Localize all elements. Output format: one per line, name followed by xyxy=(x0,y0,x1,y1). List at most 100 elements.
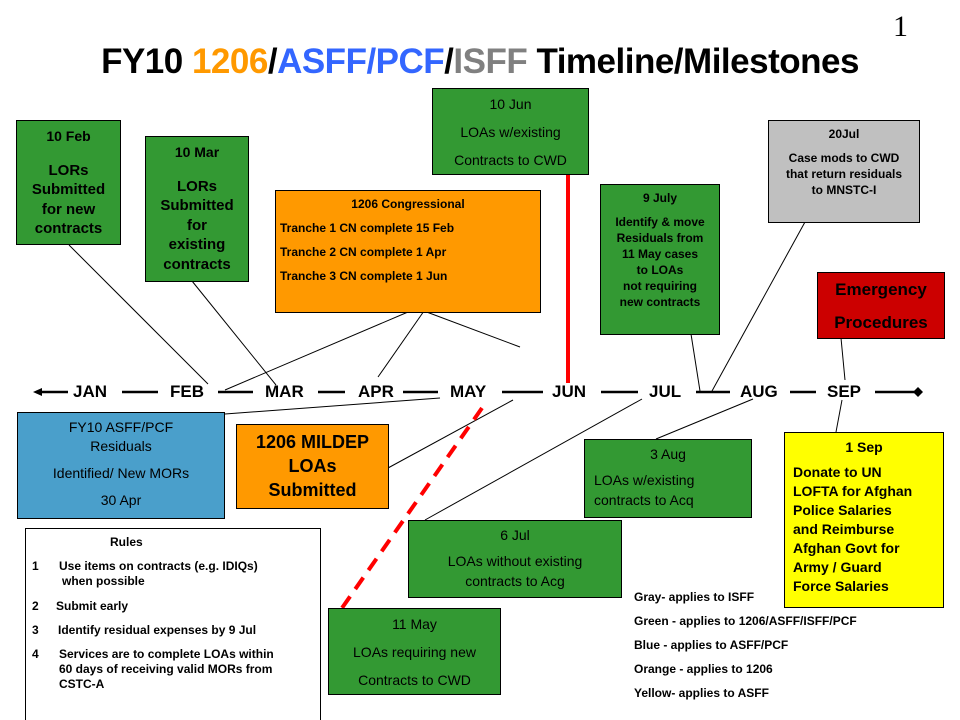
connector-cong-feb xyxy=(224,311,409,391)
milestone-text: Police Salaries xyxy=(793,502,892,518)
arrow-left-icon xyxy=(33,388,42,396)
connector-aug3 xyxy=(655,398,754,440)
legend-green: Green - applies to 1206/ASFF/ISFF/PCF xyxy=(634,614,857,628)
milestone-text: 11 May cases xyxy=(621,247,699,261)
rule-item: 4 Services are to complete LOAs within 6… xyxy=(32,647,317,692)
milestone-date: 9 July xyxy=(642,191,678,205)
milestone-date: 20Jul xyxy=(828,127,860,141)
milestone-text: LOAs without existing xyxy=(447,553,583,569)
milestone-date: 10 Jun xyxy=(489,96,532,112)
month-may: MAY xyxy=(450,382,487,401)
milestone-date: 10 Feb xyxy=(46,128,91,144)
milestone-text: Case mods to CWD xyxy=(788,151,900,165)
connector-cong-apr xyxy=(377,310,425,378)
milestone-date: 1 Sep xyxy=(845,439,883,455)
milestone-box-mildep: 1206 MILDEP LOAs Submitted xyxy=(236,424,389,509)
connector-mar10 xyxy=(191,280,277,386)
rules-title: Rules xyxy=(110,535,143,549)
milestone-box-jul20: 20Jul Case mods to CWD that return resid… xyxy=(768,120,920,223)
month-jul: JUL xyxy=(649,382,682,401)
milestone-text: Army / Guard xyxy=(793,559,882,575)
milestone-text: new contracts xyxy=(619,295,701,309)
tranche-3: Tranche 3 CN complete 1 Jun xyxy=(280,269,448,283)
milestone-text: Contracts to CWD xyxy=(454,152,567,168)
milestone-text: LOAs w/existing xyxy=(460,124,561,140)
connector-residuals xyxy=(224,397,441,415)
milestone-text: contracts to Acg xyxy=(465,573,565,589)
mildep-text: Submitted xyxy=(268,480,357,500)
residuals-text: FY10 ASFF/PCF xyxy=(68,419,174,435)
rule-text: 60 days of receiving valid MORs from xyxy=(59,662,273,676)
rule-text: Submit early xyxy=(56,599,129,613)
milestone-text: LOAs requiring new xyxy=(353,644,476,660)
milestone-text: existing xyxy=(168,236,226,253)
emergency-text: Procedures xyxy=(834,313,928,332)
rule-text: Use items on contracts (e.g. IDIQs) xyxy=(59,559,258,573)
milestone-box-sep1: 1 Sep Donate to UN LOFTA for Afghan Poli… xyxy=(784,432,944,608)
residuals-text: 30 Apr xyxy=(100,492,142,508)
milestone-box-aug3: 3 Aug LOAs w/existing contracts to Acq xyxy=(584,439,752,518)
milestone-date: 11 May xyxy=(392,616,437,632)
milestone-text: LORs xyxy=(48,161,89,179)
rule-number: 2 xyxy=(32,599,39,613)
connector-emergency xyxy=(840,337,846,381)
milestone-box-emergency: Emergency Procedures xyxy=(817,272,945,339)
milestone-date: 3 Aug xyxy=(650,446,686,462)
residuals-text: Residuals xyxy=(90,438,152,454)
connector-jul20 xyxy=(711,221,806,392)
milestone-text: Residuals from xyxy=(616,231,704,245)
rule-text: when possible xyxy=(62,574,145,588)
rule-number: 1 xyxy=(32,559,39,573)
milestone-box-feb10: 10 Feb LORs Submitted for new contracts xyxy=(16,120,121,245)
milestone-text: Force Salaries xyxy=(793,578,889,594)
month-aug: AUG xyxy=(740,382,778,401)
milestone-text: LORs xyxy=(176,177,217,195)
milestone-text: LOAs w/existing xyxy=(594,472,695,488)
milestone-text: to MNSTC-I xyxy=(811,183,877,197)
milestone-box-may11: 11 May LOAs requiring new Contracts to C… xyxy=(328,608,501,695)
month-feb: FEB xyxy=(170,382,204,401)
tranche-1: Tranche 1 CN complete 15 Feb xyxy=(280,221,455,235)
legend-orange: Orange - applies to 1206 xyxy=(634,662,773,676)
milestone-date: 6 Jul xyxy=(500,527,530,543)
mildep-text: LOAs xyxy=(288,456,337,476)
milestone-text: Donate to UN xyxy=(793,464,882,480)
milestone-text: and Reimburse xyxy=(793,521,895,537)
rule-text: Identify residual expenses by 9 Jul xyxy=(58,623,257,637)
legend-yellow: Yellow- applies to ASFF xyxy=(634,686,769,700)
month-sep: SEP xyxy=(827,382,862,401)
milestone-box-mar10: 10 Mar LORs Submitted for existing contr… xyxy=(145,136,249,282)
mildep-text: 1206 MILDEP xyxy=(255,432,370,452)
rules-box: Rules 1 Use items on contracts (e.g. IDI… xyxy=(25,528,321,720)
milestone-box-congressional: 1206 Congressional Tranche 1 CN complete… xyxy=(275,190,541,313)
rule-item: 1 Use items on contracts (e.g. IDIQs) wh… xyxy=(32,559,317,589)
month-jun: JUN xyxy=(552,382,587,401)
connector-sep1 xyxy=(835,399,843,433)
milestone-text: not requiring xyxy=(623,279,697,293)
milestone-box-jun10: 10 Jun LOAs w/existing Contracts to CWD xyxy=(432,88,589,175)
rule-number: 4 xyxy=(32,647,39,661)
rule-text: Services are to complete LOAs within xyxy=(59,647,274,661)
milestone-text: Submitted xyxy=(160,197,234,214)
legend-gray: Gray- applies to ISFF xyxy=(634,590,755,604)
milestone-text: for xyxy=(187,216,207,234)
month-jan: JAN xyxy=(73,382,108,401)
tranche-2: Tranche 2 CN complete 1 Apr xyxy=(280,245,447,259)
month-mar: MAR xyxy=(265,382,304,401)
milestone-text: for new xyxy=(41,200,96,218)
milestone-box-residuals: FY10 ASFF/PCF Residuals Identified/ New … xyxy=(17,412,225,519)
rule-text: CSTC-A xyxy=(59,677,105,691)
milestone-text: that return residuals xyxy=(785,167,903,181)
month-apr: APR xyxy=(358,382,394,401)
milestone-date: 10 Mar xyxy=(174,144,220,160)
residuals-text: Identified/ New MORs xyxy=(52,465,190,481)
connector-mildep xyxy=(387,399,514,469)
legend-blue: Blue - applies to ASFF/PCF xyxy=(634,638,789,652)
milestone-text: Identify & move xyxy=(615,215,705,229)
milestone-text: Afghan Govt for xyxy=(793,540,900,556)
milestone-text: LOFTA for Afghan xyxy=(793,483,913,499)
congressional-title: 1206 Congressional xyxy=(351,197,465,211)
milestone-text: Contracts to CWD xyxy=(358,672,471,688)
rule-number: 3 xyxy=(32,623,39,637)
milestone-text: to LOAs xyxy=(636,263,684,277)
